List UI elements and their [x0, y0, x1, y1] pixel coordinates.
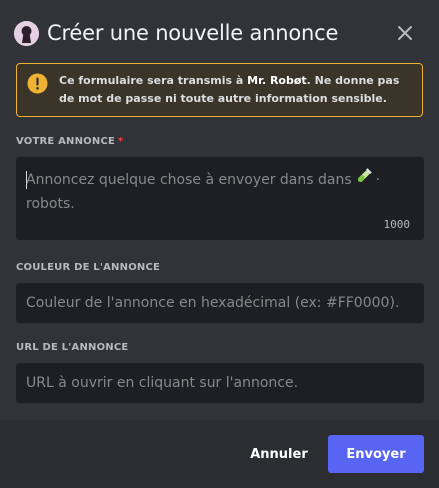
app-name: Mr. Robøt	[247, 74, 307, 87]
warning-notice: Ce formulaire sera transmis à Mr. Robøt.…	[16, 63, 423, 117]
test-tube-emoji	[356, 168, 372, 192]
create-announcement-modal: Créer une nouvelle annonce Ce formulaire…	[0, 0, 439, 488]
exclamation-circle-icon	[27, 73, 48, 94]
announcement-label: Votre annonce *	[16, 136, 124, 147]
url-label: URL de l'annonce	[16, 342, 129, 353]
warning-text: Ce formulaire sera transmis à Mr. Robøt.…	[59, 74, 400, 105]
announcement-textarea[interactable]: Annoncez quelque chose à envoyer dans da…	[16, 157, 424, 240]
url-input[interactable]: URL à ouvrir en cliquant sur l'annonce.	[16, 363, 424, 403]
announcement-placeholder: Annoncez quelque chose à envoyer dans da…	[26, 168, 386, 216]
keyhole-avatar-icon	[14, 20, 39, 46]
modal-header: Créer une nouvelle annonce	[14, 17, 425, 49]
character-counter: 1000	[383, 218, 411, 231]
color-label: Couleur de l'annonce	[16, 262, 161, 273]
modal-footer: Annuler Envoyer	[0, 420, 439, 488]
close-icon[interactable]	[393, 21, 417, 45]
submit-button[interactable]: Envoyer	[328, 435, 424, 473]
cancel-button[interactable]: Annuler	[248, 435, 310, 473]
required-marker: *	[118, 136, 124, 147]
color-input[interactable]: Couleur de l'annonce en hexadécimal (ex:…	[16, 283, 424, 323]
modal-title: Créer une nouvelle annonce	[47, 21, 339, 45]
